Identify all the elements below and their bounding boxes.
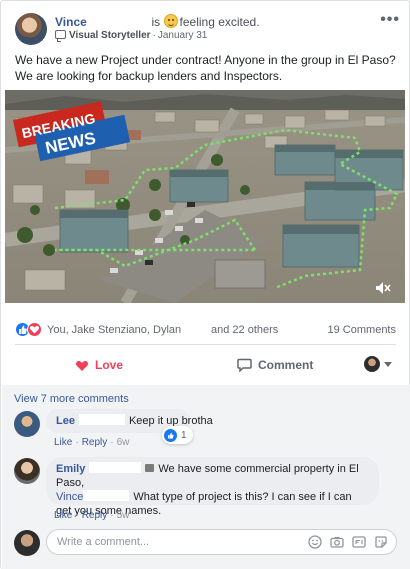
like-link[interactable]: Like (54, 437, 72, 448)
comment-author[interactable]: Lee (56, 415, 75, 427)
redacted-text (78, 414, 125, 425)
excited-emoji-icon (163, 14, 178, 28)
viewer-avatar (364, 356, 380, 372)
reply-link[interactable]: Reply (82, 510, 108, 521)
redacted-text (83, 490, 130, 501)
love-icon (27, 322, 42, 337)
redacted-text (89, 462, 142, 473)
author-avatar[interactable] (15, 13, 47, 45)
post-date[interactable]: January 31 (158, 30, 207, 41)
like-count: 1 (181, 429, 187, 441)
more-dots-icon[interactable]: ••• (380, 11, 400, 29)
post-header: Vince is feeling excited. Visual Storyte… (15, 11, 400, 47)
divider (15, 344, 396, 345)
action-bar: Love Comment (15, 350, 396, 380)
comments-section: View 7 more comments Lee Keep it up broth… (2, 385, 410, 569)
comment-button-label: Comment (258, 358, 314, 372)
feeling-label: feeling excited. (179, 15, 260, 29)
comment-bubble: Emily We have some commercial property in… (46, 457, 379, 517)
comment-actions: Like · Reply · 6w (54, 437, 130, 448)
reaction-names[interactable]: You, Jake Stenziano, Dylan (47, 324, 181, 336)
love-button-label: Love (95, 358, 124, 372)
post-text: We have a new Project under contract! An… (15, 53, 396, 83)
author-name[interactable]: Vince (55, 15, 87, 29)
comment-icon (237, 358, 252, 372)
heart-icon (76, 360, 88, 371)
camera-icon[interactable] (330, 535, 344, 549)
avatar[interactable] (14, 411, 40, 437)
like-icon (164, 428, 177, 442)
comment-time[interactable]: 6w (117, 437, 130, 448)
comment-time[interactable]: 5w (117, 510, 130, 521)
post-card: Vince is feeling excited. Visual Storyte… (0, 0, 410, 569)
comment-actions: Like · Reply · 5w (54, 510, 130, 521)
view-more-comments[interactable]: View 7 more comments (14, 393, 129, 405)
emoji-icon (145, 464, 155, 472)
comment-like-count[interactable]: 1 (162, 426, 193, 444)
badge-label[interactable]: Visual Storyteller (69, 30, 151, 41)
reaction-others[interactable]: and 22 others (211, 324, 278, 336)
comment-input[interactable] (57, 534, 287, 550)
composer-icons (308, 535, 388, 549)
feeling-prefix: is (151, 15, 161, 29)
like-link[interactable]: Like (54, 510, 72, 521)
reactions-summary: You, Jake Stenziano, Dylan and 22 others… (15, 321, 396, 339)
aerial-photo: BREAKING NEWS (5, 90, 405, 303)
comment-count[interactable]: 19 Comments (328, 324, 396, 336)
comment-button[interactable]: Comment (237, 354, 313, 376)
comment-composer (46, 529, 397, 555)
post-video[interactable]: BREAKING NEWS (5, 90, 405, 303)
redacted-text (90, 16, 149, 29)
volume-muted-icon[interactable] (375, 281, 391, 295)
storyteller-badge-icon (55, 30, 66, 42)
reply-link[interactable]: Reply (82, 437, 108, 448)
comment-mention[interactable]: Vince (56, 491, 83, 503)
post-meta: Visual Storyteller · January 31 (55, 30, 207, 42)
avatar[interactable] (14, 458, 40, 484)
gif-icon[interactable] (352, 535, 366, 549)
sticker-icon[interactable] (374, 535, 388, 549)
love-button[interactable]: Love (75, 354, 123, 376)
emoji-icon[interactable] (308, 535, 322, 549)
avatar[interactable] (14, 530, 40, 556)
comment-author[interactable]: Emily (56, 463, 85, 475)
chevron-down-icon (384, 361, 392, 367)
author-line: Vince is feeling excited. (55, 14, 260, 29)
viewer-selector[interactable] (364, 356, 392, 372)
reaction-icons[interactable] (15, 322, 45, 338)
